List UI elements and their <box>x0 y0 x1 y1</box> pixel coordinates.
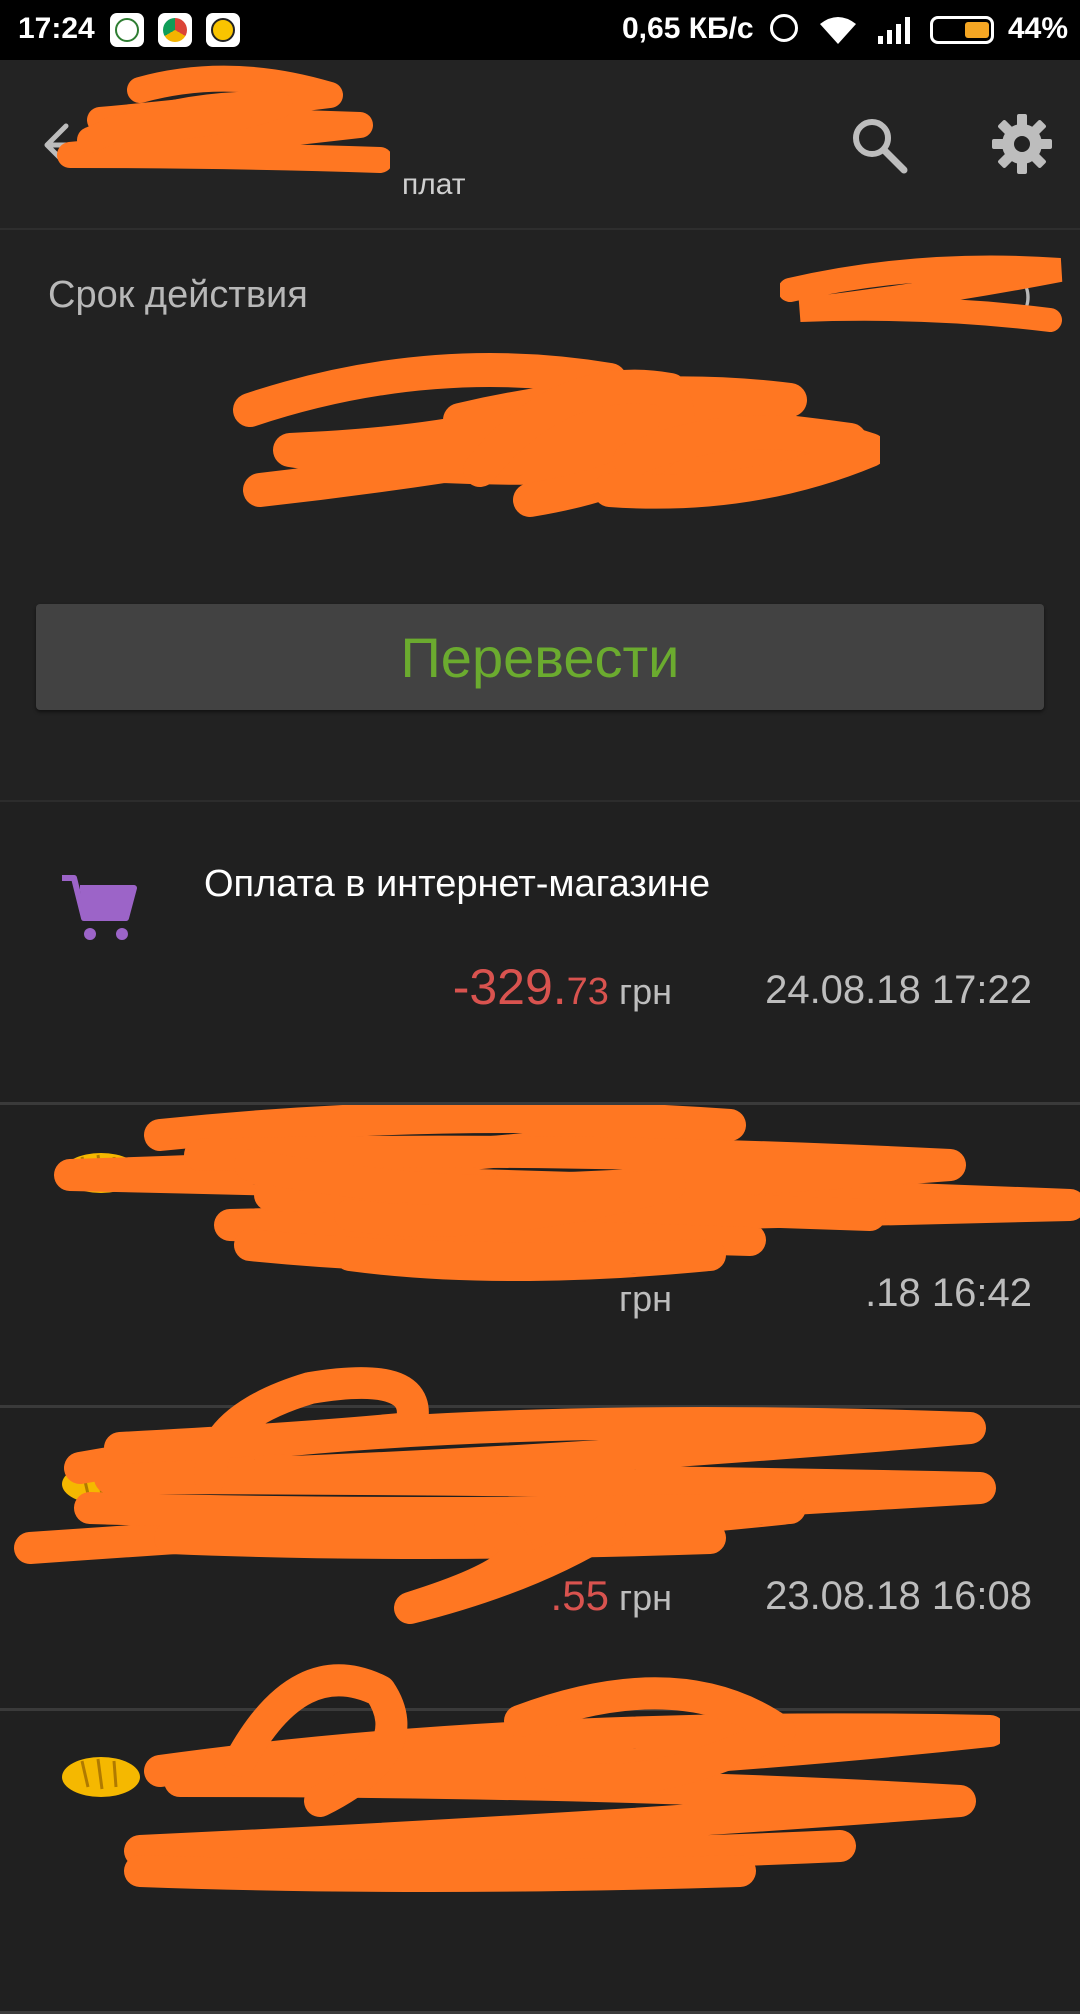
battery-percent: 44% <box>1008 12 1069 45</box>
gear-icon[interactable] <box>990 112 1054 176</box>
wifi-icon <box>820 17 856 44</box>
transaction-item[interactable] <box>0 1664 1080 2014</box>
amount-currency: грн <box>618 1278 672 1319</box>
transaction-item[interactable]: грн .18 16:42 <box>0 1105 1080 1408</box>
back-arrow-icon[interactable] <box>40 120 100 170</box>
battery-level-fill <box>965 22 989 38</box>
24-channel-icon <box>110 13 144 47</box>
signal-icon <box>878 17 910 44</box>
redaction-scribble <box>233 353 880 517</box>
network-speed: 0,65 КБ/с <box>622 12 754 45</box>
status-bar: 17:24 0,65 КБ/с 44% <box>0 0 1080 60</box>
bread-icon <box>62 1757 140 1797</box>
transaction-item[interactable]: .55 грн 23.08.18 16:08 <box>0 1367 1080 1711</box>
toolbar-subtitle: плат <box>402 168 466 201</box>
battery-icon <box>930 16 994 44</box>
amount-currency: грн <box>618 1577 672 1618</box>
bread-icon <box>62 1464 140 1504</box>
amount-decimal: 73 <box>566 971 609 1013</box>
status-time: 17:24 <box>18 12 95 45</box>
transaction-amount: грн <box>619 1265 672 1323</box>
transfer-button[interactable]: Перевести <box>36 604 1044 710</box>
amount-integer: -329. <box>452 959 567 1015</box>
app-toolbar: плат <box>0 60 1080 230</box>
transaction-item[interactable]: Оплата в интернет-магазине -329.73 грн 2… <box>0 802 1080 1105</box>
transaction-amount: -329.73 грн <box>453 958 672 1016</box>
transaction-amount: .55 грн <box>551 1564 672 1622</box>
transaction-title: Оплата в интернет-магазине <box>204 863 711 905</box>
app-icon <box>206 13 240 47</box>
validity-value: ) <box>1019 274 1032 316</box>
card-summary: Срок действия ) Перевести <box>0 230 1080 802</box>
transaction-date: 24.08.18 17:22 <box>765 968 1032 1012</box>
amount-currency: грн <box>618 971 672 1012</box>
chrome-icon <box>158 13 192 47</box>
amount-decimal: .55 <box>550 1572 609 1619</box>
transaction-date: .18 16:42 <box>865 1271 1032 1315</box>
validity-label: Срок действия <box>48 274 308 316</box>
search-icon[interactable] <box>848 114 910 176</box>
transaction-date: 23.08.18 16:08 <box>765 1574 1032 1618</box>
shopping-cart-icon <box>62 875 137 940</box>
bread-icon <box>62 1153 140 1193</box>
alarm-icon <box>770 14 798 42</box>
